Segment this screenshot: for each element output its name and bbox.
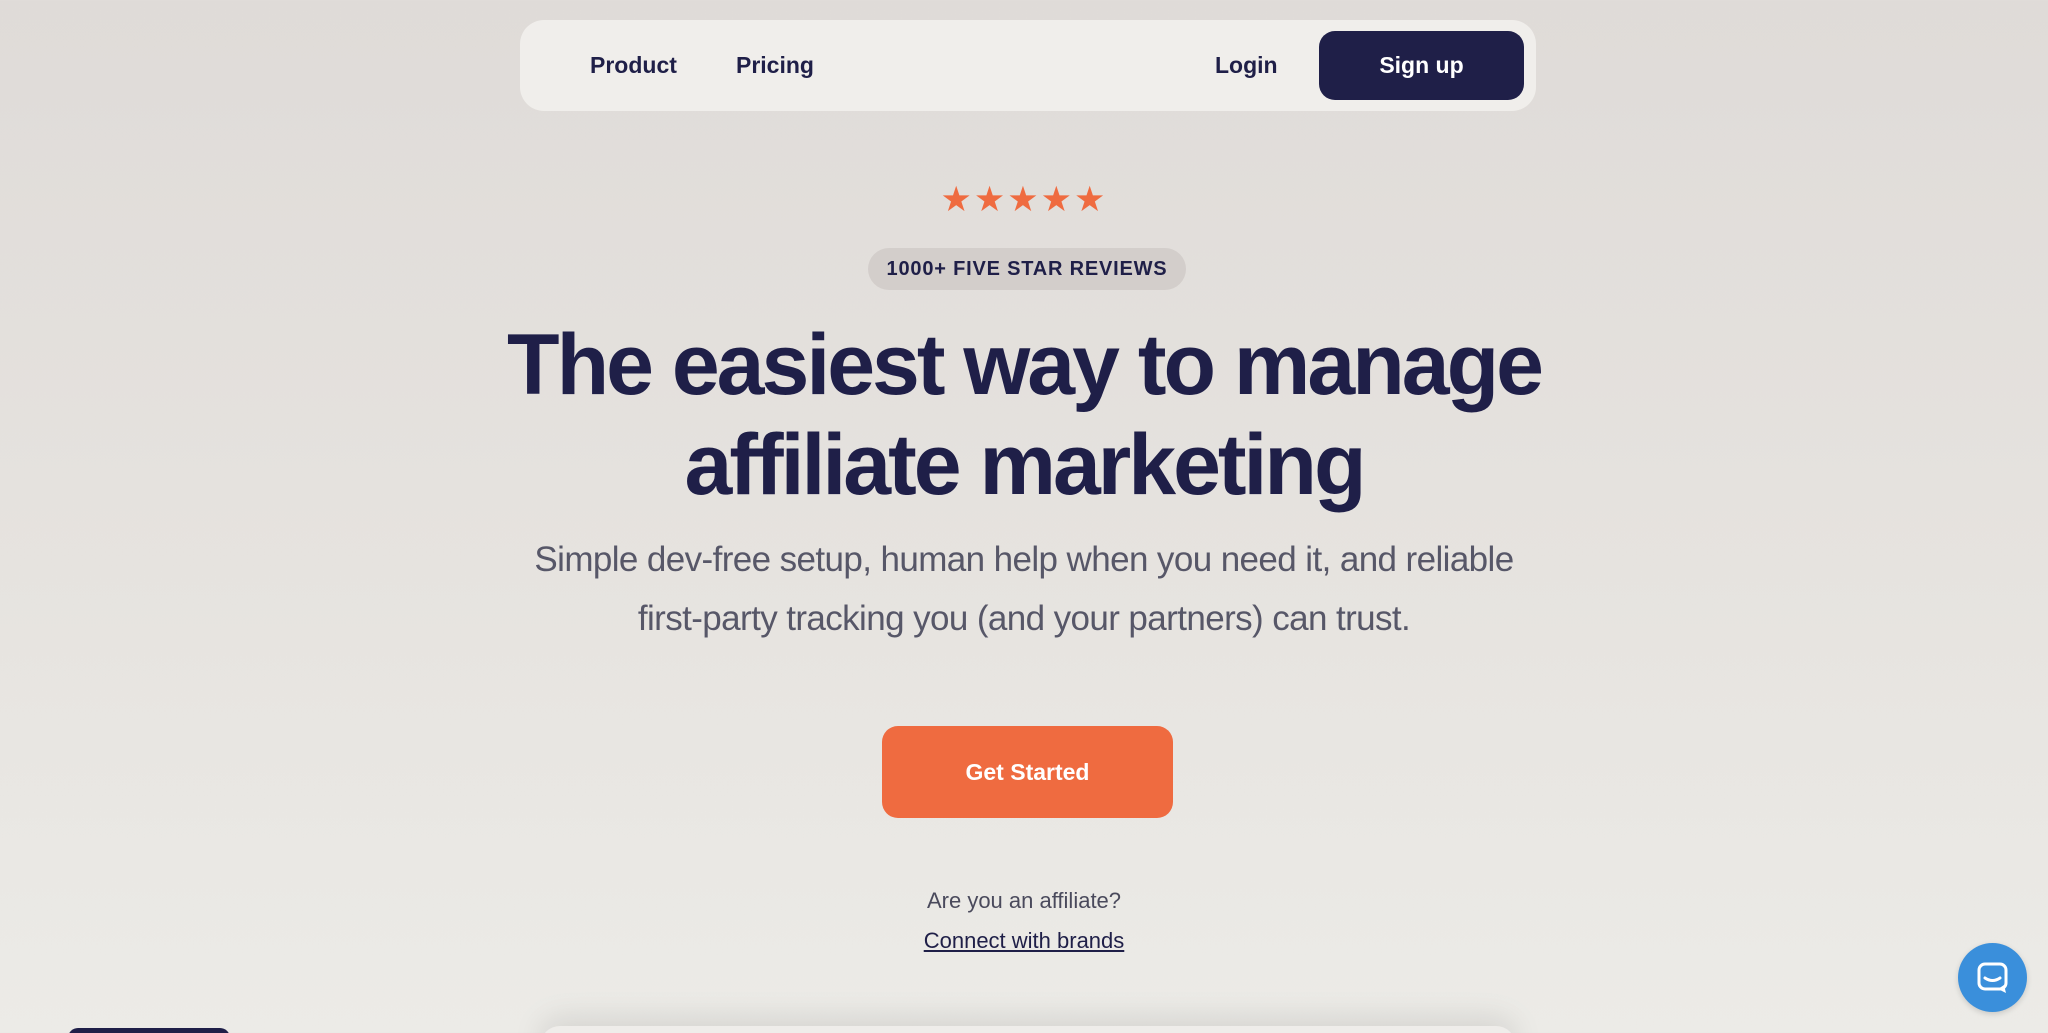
nav-pricing-link[interactable]: Pricing — [736, 20, 814, 111]
chat-icon — [1977, 962, 2008, 993]
five-star-rating: ★★★★★ — [940, 180, 1108, 219]
bottom-left-widget — [68, 1028, 230, 1033]
chat-launcher-button[interactable] — [1958, 943, 2027, 1012]
headline-line-1: The easiest way to manage — [507, 317, 1544, 413]
signup-button[interactable]: Sign up — [1319, 31, 1524, 100]
connect-with-brands-link[interactable]: Connect with brands — [924, 928, 1125, 953]
get-started-button[interactable]: Get Started — [882, 726, 1173, 818]
affiliate-question: Are you an affiliate? — [926, 888, 1122, 913]
connect-with-brands-row: Connect with brands — [0, 926, 2048, 956]
reviews-badge: 1000+ FIVE STAR REVIEWS — [868, 248, 1186, 290]
headline-line-2: affiliate marketing — [684, 417, 1367, 513]
hero-headline: The easiest way to manage affiliate mark… — [0, 315, 2048, 515]
hero-subtitle: Simple dev-free setup, human help when y… — [0, 530, 2048, 648]
nav-product-link[interactable]: Product — [590, 20, 677, 111]
subtitle-line-2: first-party tracking you (and your partn… — [637, 599, 1411, 638]
subtitle-line-1: Simple dev-free setup, human help when y… — [534, 540, 1514, 579]
nav-login-link[interactable]: Login — [1215, 20, 1278, 111]
top-navigation: Product Pricing Login Sign up — [520, 20, 1536, 111]
product-preview-card — [540, 1026, 1516, 1033]
